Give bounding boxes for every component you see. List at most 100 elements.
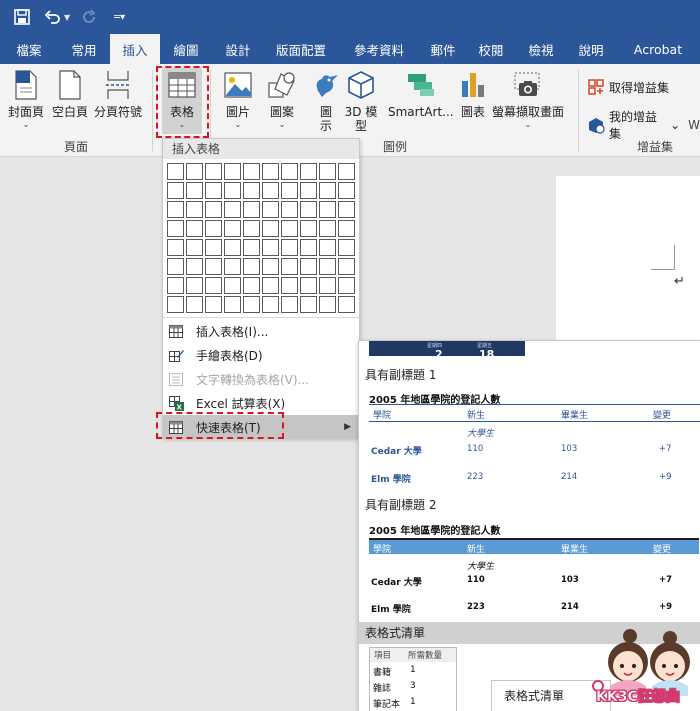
table-grid-cell[interactable] [224, 201, 241, 218]
table-grid-cell[interactable] [300, 182, 317, 199]
excel-spreadsheet-item[interactable]: X Excel 試算表(X) [163, 391, 359, 415]
table-button[interactable]: 表格 ⌄ [162, 68, 202, 134]
table-grid-cell[interactable] [319, 258, 336, 275]
table-grid-cell[interactable] [319, 201, 336, 218]
table-grid-cell[interactable] [281, 163, 298, 180]
table-grid-cell[interactable] [319, 296, 336, 313]
table-grid-cell[interactable] [281, 220, 298, 237]
table-grid-cell[interactable] [262, 201, 279, 218]
table-grid-cell[interactable] [167, 258, 184, 275]
table-grid-cell[interactable] [338, 296, 355, 313]
table-grid-cell[interactable] [300, 258, 317, 275]
table-grid-cell[interactable] [167, 220, 184, 237]
table-grid-cell[interactable] [205, 220, 222, 237]
draw-table-item[interactable]: 手繪表格(D) [163, 343, 359, 367]
table-grid-cell[interactable] [224, 277, 241, 294]
smartart-button[interactable]: SmartArt... [388, 68, 454, 120]
tab-insert[interactable]: 插入 [110, 34, 160, 64]
table-grid-cell[interactable] [281, 258, 298, 275]
table-grid-cell[interactable] [167, 182, 184, 199]
table-grid-cell[interactable] [338, 258, 355, 275]
table-grid-cell[interactable] [167, 239, 184, 256]
table-grid-cell[interactable] [319, 182, 336, 199]
table-grid-cell[interactable] [205, 296, 222, 313]
tab-review[interactable]: 校閱 [466, 34, 516, 64]
table-grid-cell[interactable] [262, 258, 279, 275]
tab-file[interactable]: 檔案 [0, 34, 58, 64]
table-grid-cell[interactable] [186, 277, 203, 294]
table-grid-cell[interactable] [186, 296, 203, 313]
table-grid-cell[interactable] [243, 220, 260, 237]
get-addins-button[interactable]: 取得增益集 [587, 78, 669, 96]
undo-dropdown-icon[interactable]: ▼ [64, 13, 70, 22]
picture-button[interactable]: 圖片 ⌄ [222, 68, 254, 130]
table-grid-cell[interactable] [186, 163, 203, 180]
table-grid-cell[interactable] [319, 277, 336, 294]
table-grid-cell[interactable] [205, 277, 222, 294]
table-grid-cell[interactable] [224, 258, 241, 275]
tab-draw[interactable]: 繪圖 [160, 34, 212, 64]
wikipedia-button-partial[interactable]: W [688, 118, 700, 132]
tab-acrobat[interactable]: Acrobat [616, 34, 700, 64]
table-grid-cell[interactable] [167, 296, 184, 313]
table-grid-cell[interactable] [243, 258, 260, 275]
table-grid-cell[interactable] [205, 201, 222, 218]
tab-design[interactable]: 設計 [212, 34, 264, 64]
table-grid-cell[interactable] [338, 239, 355, 256]
table-grid-cell[interactable] [243, 201, 260, 218]
table-grid-picker[interactable] [167, 163, 355, 313]
table-grid-cell[interactable] [338, 182, 355, 199]
table-grid-cell[interactable] [186, 258, 203, 275]
table-grid-cell[interactable] [205, 239, 222, 256]
save-icon[interactable] [14, 9, 30, 25]
convert-text-to-table-item[interactable]: 文字轉換為表格(V)... [163, 367, 359, 391]
table-grid-cell[interactable] [281, 182, 298, 199]
chart-button[interactable]: 圖表 [457, 68, 489, 120]
my-addins-button[interactable]: 我的增益集 ⌄ W [587, 108, 700, 142]
undo-icon[interactable]: ▼ [44, 9, 70, 25]
calendar-preview[interactable]: 星期四 星期五 2 18 [369, 341, 525, 361]
table-grid-cell[interactable] [186, 239, 203, 256]
customize-toolbar-icon[interactable]: ═▾ [114, 12, 125, 23]
redo-icon[interactable] [82, 9, 98, 25]
table-grid-cell[interactable] [205, 163, 222, 180]
cover-page-button[interactable]: 封面頁 ⌄ [8, 68, 44, 130]
table-grid-cell[interactable] [338, 201, 355, 218]
icons-button[interactable]: 圖示 [310, 68, 342, 133]
table-grid-cell[interactable] [224, 296, 241, 313]
table-grid-cell[interactable] [300, 239, 317, 256]
table-grid-cell[interactable] [319, 163, 336, 180]
table-grid-cell[interactable] [300, 296, 317, 313]
tab-layout[interactable]: 版面配置 [264, 34, 338, 64]
table-grid-cell[interactable] [224, 239, 241, 256]
table-grid-cell[interactable] [262, 182, 279, 199]
table-grid-cell[interactable] [319, 239, 336, 256]
table-grid-cell[interactable] [167, 201, 184, 218]
table-grid-cell[interactable] [224, 182, 241, 199]
table-grid-cell[interactable] [186, 201, 203, 218]
table-grid-cell[interactable] [205, 258, 222, 275]
table-grid-cell[interactable] [243, 277, 260, 294]
quick-table-tabular-list[interactable]: 項目 所需數量 書籍 1 雜誌 3 筆記本 1 [369, 647, 457, 711]
table-grid-cell[interactable] [319, 220, 336, 237]
table-grid-cell[interactable] [262, 163, 279, 180]
table-grid-cell[interactable] [281, 277, 298, 294]
document-page[interactable] [556, 176, 700, 346]
insert-table-item[interactable]: 插入表格(I)... [163, 319, 359, 343]
table-grid-cell[interactable] [338, 277, 355, 294]
table-grid-cell[interactable] [205, 182, 222, 199]
tab-references[interactable]: 參考資料 [338, 34, 420, 64]
table-grid-cell[interactable] [262, 277, 279, 294]
page-break-button[interactable]: 分頁符號 [94, 68, 142, 120]
table-grid-cell[interactable] [300, 220, 317, 237]
table-grid-cell[interactable] [243, 296, 260, 313]
table-grid-cell[interactable] [262, 296, 279, 313]
table-grid-cell[interactable] [281, 296, 298, 313]
table-grid-cell[interactable] [300, 277, 317, 294]
table-grid-cell[interactable] [262, 220, 279, 237]
tab-view[interactable]: 檢視 [516, 34, 566, 64]
table-grid-cell[interactable] [224, 163, 241, 180]
table-grid-cell[interactable] [300, 163, 317, 180]
quick-tables-item[interactable]: 快速表格(T) ▶ [163, 415, 359, 439]
table-grid-cell[interactable] [167, 277, 184, 294]
